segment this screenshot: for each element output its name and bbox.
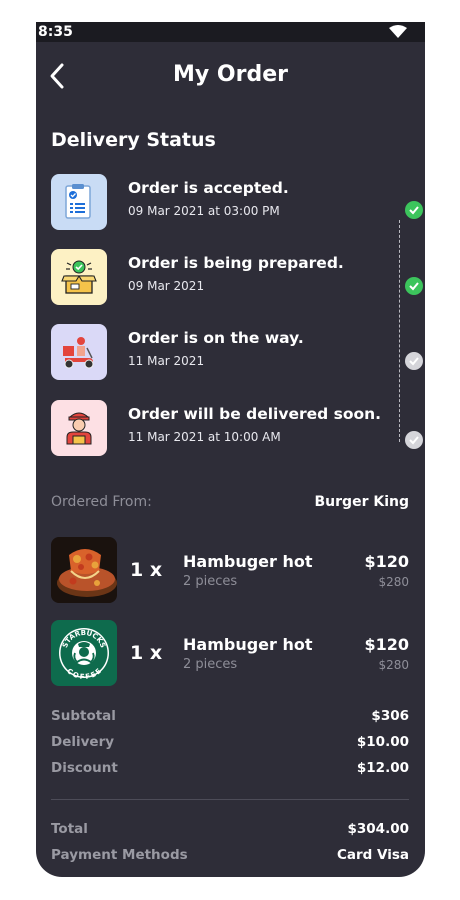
page-title: My Order [173, 62, 288, 87]
subtotal-value: $306 [371, 708, 409, 724]
delivery-step: Order will be delivered soon. 11 Mar 202… [51, 400, 423, 456]
status-time: 8:35 [38, 24, 73, 40]
delivery-row: Delivery $10.00 [51, 734, 409, 754]
item-price: $120 [364, 635, 409, 654]
total-label: Total [51, 821, 88, 837]
check-done-icon [405, 201, 423, 219]
status-bar: 8:35 [36, 22, 425, 42]
payment-row[interactable]: Payment Methods Card Visa [51, 847, 409, 867]
item-old-price: $280 [378, 575, 409, 589]
ordered-from-label: Ordered From: [51, 494, 152, 510]
payment-label: Payment Methods [51, 847, 188, 863]
order-item[interactable]: STARBUCKS COFFEE 1 x Hambuger hot 2 piec… [51, 620, 409, 686]
courier-icon [51, 400, 107, 456]
payment-value: Card Visa [336, 847, 409, 863]
check-done-icon [405, 277, 423, 295]
step-title: Order will be delivered soon. [128, 405, 382, 423]
step-time: 11 Mar 2021 at 10:00 AM [128, 430, 281, 444]
scooter-icon [51, 324, 107, 380]
wifi-icon [389, 25, 407, 38]
discount-label: Discount [51, 760, 118, 776]
item-price: $120 [364, 552, 409, 571]
delivery-value: $10.00 [356, 734, 409, 750]
box-icon [51, 249, 107, 305]
item-name: Hambuger hot [183, 635, 313, 654]
step-time: 09 Mar 2021 [128, 279, 205, 293]
check-pending-icon [405, 431, 423, 449]
step-time: 09 Mar 2021 at 03:00 PM [128, 204, 280, 218]
item-quantity: 1 x [130, 559, 163, 581]
item-name: Hambuger hot [183, 552, 313, 571]
delivery-label: Delivery [51, 734, 115, 750]
step-title: Order is accepted. [128, 179, 289, 197]
discount-row: Discount $12.00 [51, 760, 409, 780]
delivery-step: Order is being prepared. 09 Mar 2021 [51, 249, 423, 305]
restaurant-name[interactable]: Burger King [315, 494, 409, 510]
total-row: Total $304.00 [51, 821, 409, 841]
order-item[interactable]: 1 x Hambuger hot 2 pieces $120 $280 [51, 537, 409, 603]
step-title: Order is being prepared. [128, 254, 344, 272]
delivery-step: Order is accepted. 09 Mar 2021 at 03:00 … [51, 174, 423, 230]
delivery-status-title: Delivery Status [51, 129, 216, 151]
clipboard-check-icon [51, 174, 107, 230]
item-old-price: $280 [378, 658, 409, 672]
step-title: Order is on the way. [128, 329, 304, 347]
step-time: 11 Mar 2021 [128, 354, 205, 368]
total-value: $304.00 [347, 821, 410, 837]
check-pending-icon [405, 352, 423, 370]
item-pieces: 2 pieces [183, 657, 238, 672]
item-pieces: 2 pieces [183, 574, 238, 589]
subtotal-row: Subtotal $306 [51, 708, 409, 728]
phone-screen: 8:35 My Order Delivery Status Order is a… [36, 22, 425, 877]
subtotal-label: Subtotal [51, 708, 116, 724]
pizza-image [51, 537, 117, 603]
delivery-step: Order is on the way. 11 Mar 2021 [51, 324, 423, 380]
starbucks-logo: STARBUCKS COFFEE [51, 620, 117, 686]
divider [51, 799, 409, 800]
discount-value: $12.00 [356, 760, 409, 776]
item-quantity: 1 x [130, 642, 163, 664]
